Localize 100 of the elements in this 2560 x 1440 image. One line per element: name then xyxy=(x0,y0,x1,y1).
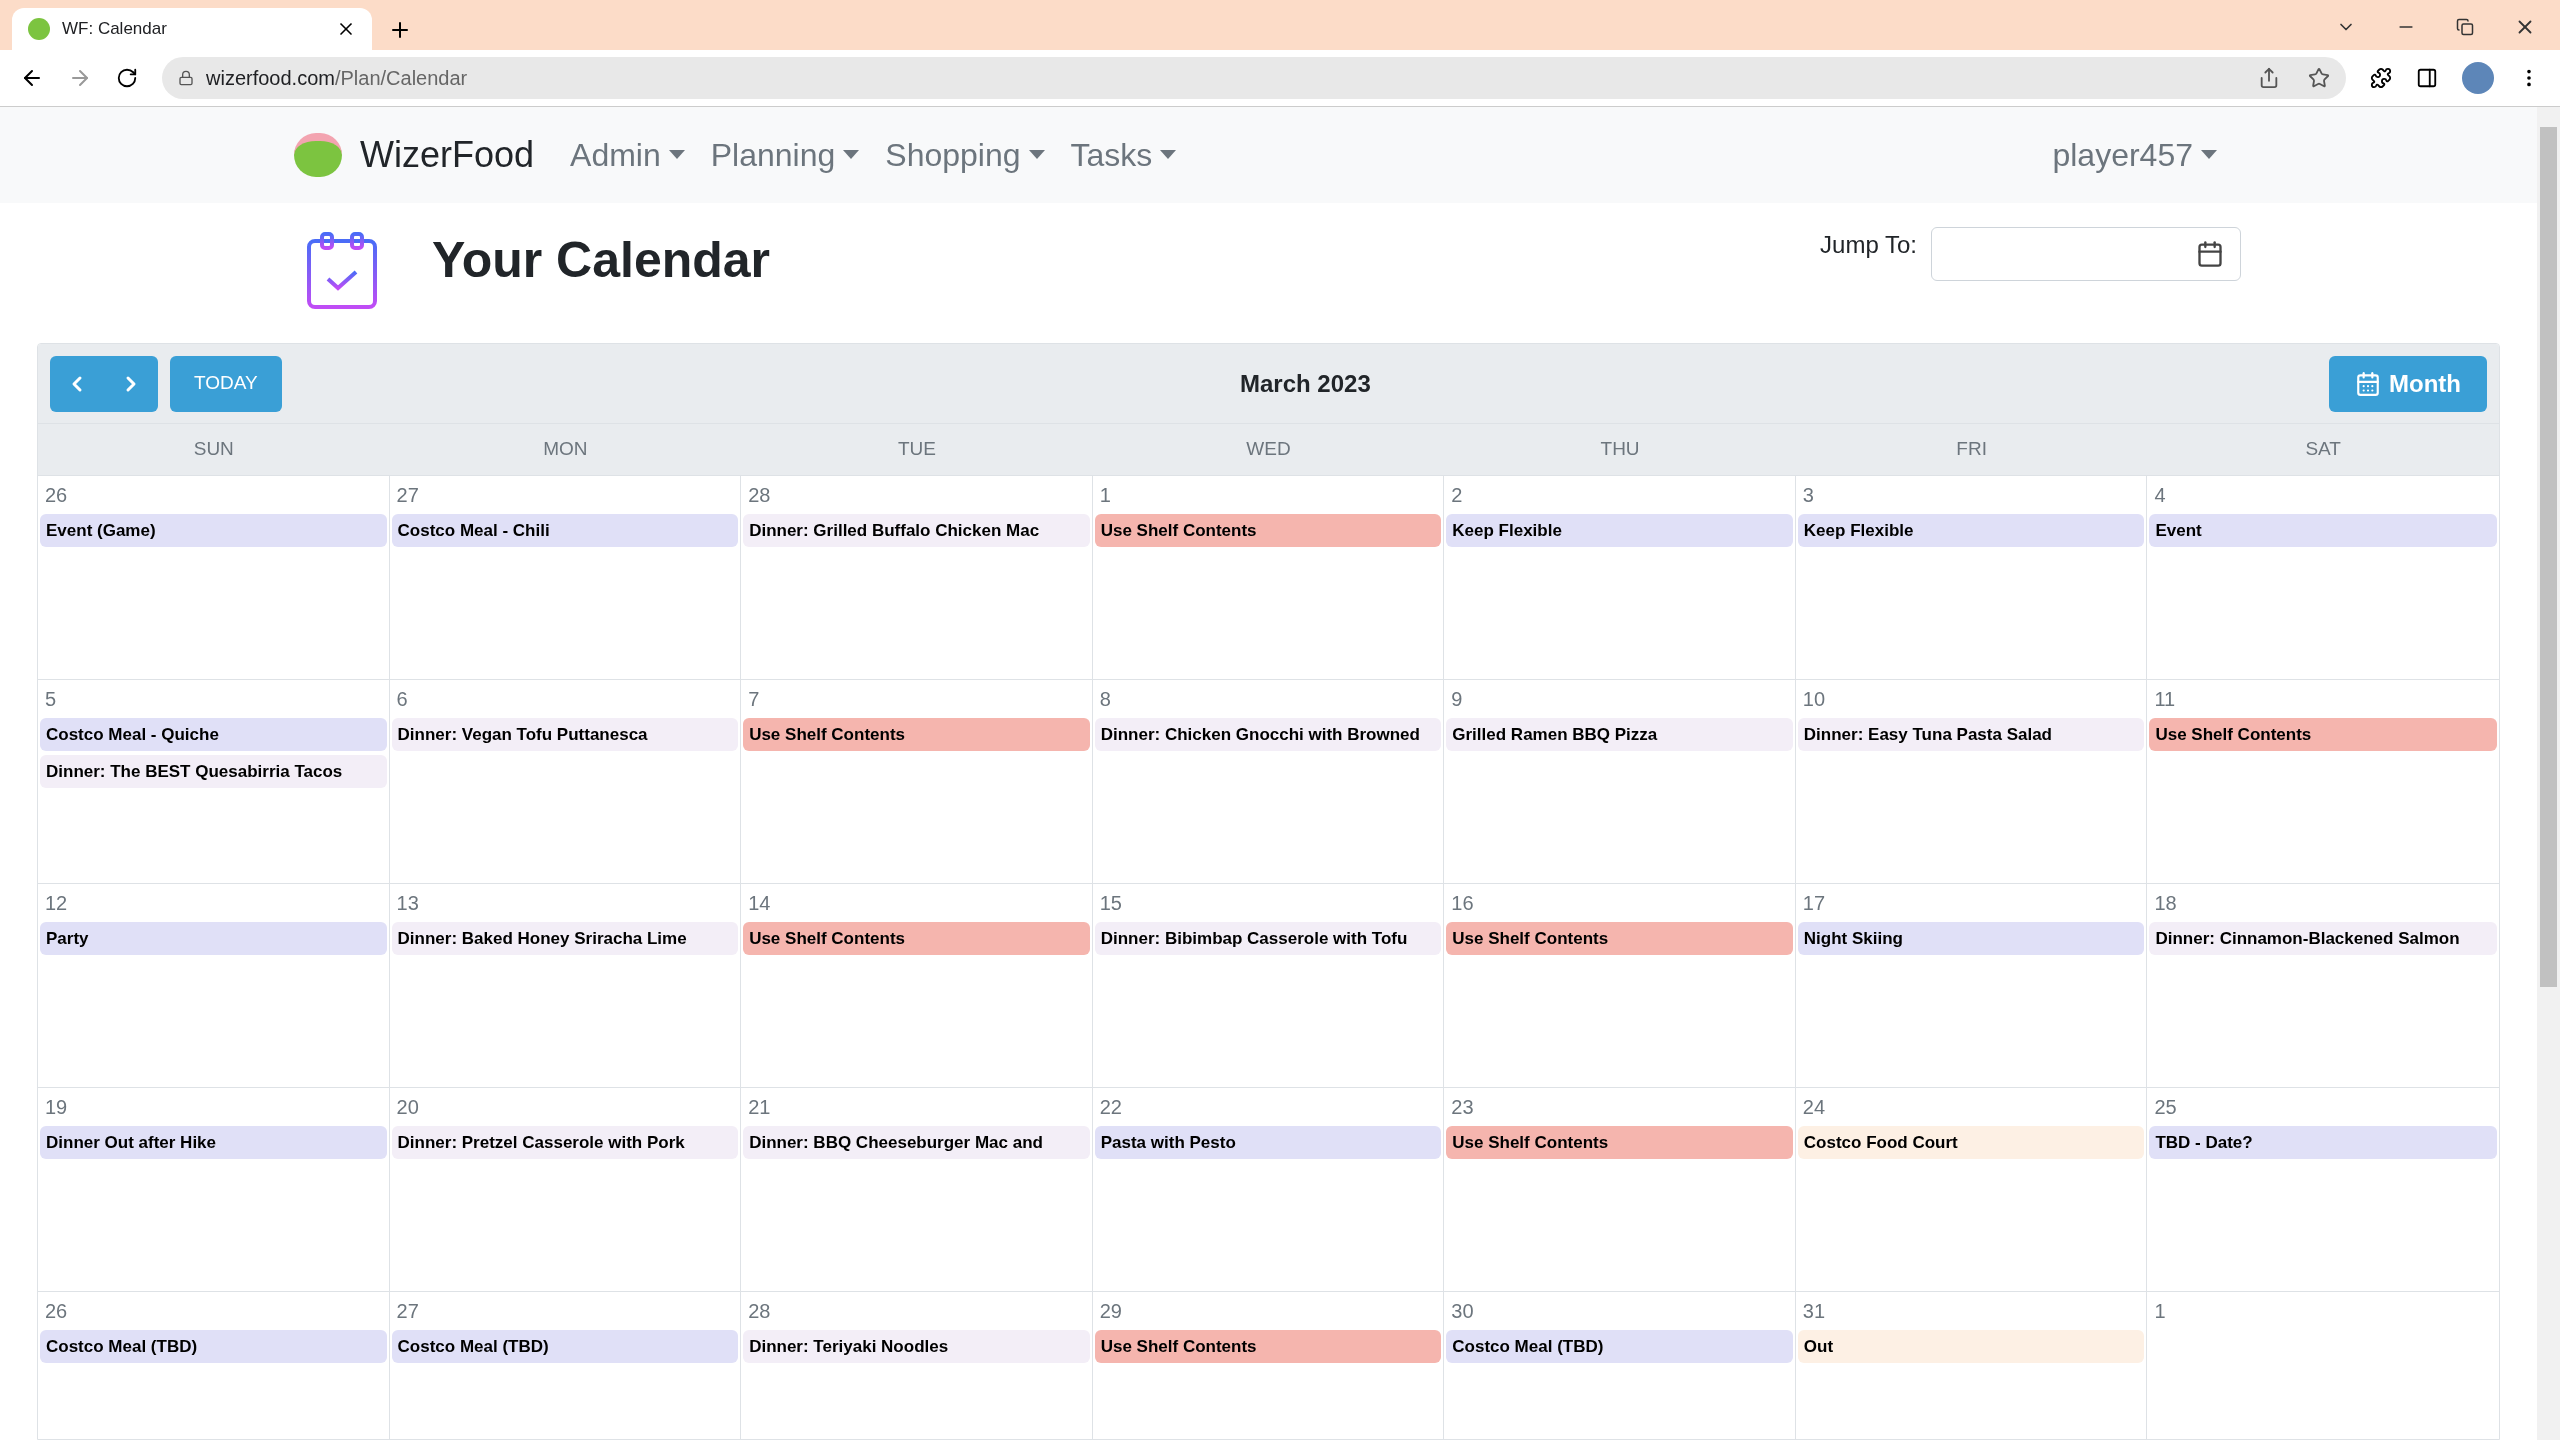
side-panel-icon[interactable] xyxy=(2416,67,2438,89)
calendar-event[interactable]: Use Shelf Contents xyxy=(743,922,1090,955)
calendar-event[interactable]: Costco Food Court xyxy=(1797,1126,2145,1159)
caret-icon xyxy=(668,150,685,160)
calendar-event[interactable]: Use Shelf Contents xyxy=(1094,514,1442,547)
day-number: 2 xyxy=(1450,483,1463,508)
day-number: 26 xyxy=(44,483,68,508)
calendar-event[interactable]: TBD - Date? xyxy=(2149,1126,2497,1159)
day-number: 27 xyxy=(395,483,419,508)
calendar-check-icon xyxy=(306,231,378,311)
calendar-event[interactable]: Dinner: The BEST Quesabirria Tacos xyxy=(40,755,387,788)
calendar-event[interactable]: Dinner: Easy Tuna Pasta Salad xyxy=(1797,718,2145,751)
jump-label: Jump To: xyxy=(1820,230,1917,260)
brand-name[interactable]: WizerFood xyxy=(360,128,535,182)
weekday-header: TUE xyxy=(897,437,936,462)
day-number: 14 xyxy=(747,891,771,916)
calendar-event[interactable]: Dinner: Vegan Tofu Puttanesca xyxy=(391,718,739,751)
tab-title: WF: Calendar xyxy=(62,18,168,41)
calendar-event[interactable]: Keep Flexible xyxy=(1446,514,1793,547)
calendar-event[interactable]: Use Shelf Contents xyxy=(1446,1126,1793,1159)
day-number: 26 xyxy=(44,1299,68,1324)
calendar-event[interactable]: Dinner: Bibimbap Casserole with Tofu xyxy=(1094,922,1442,955)
logo-icon xyxy=(294,133,342,177)
weekday-header: SUN xyxy=(193,437,234,462)
calendar-event[interactable]: Event (Game) xyxy=(40,514,387,547)
calendar-event[interactable]: Grilled Ramen BBQ Pizza xyxy=(1446,718,1793,751)
caret-icon xyxy=(843,150,860,160)
nav-menu[interactable]: Admin xyxy=(570,131,685,179)
calendar-event[interactable]: Night Skiing xyxy=(1797,922,2145,955)
caret-icon xyxy=(2201,150,2217,160)
calendar-event[interactable]: Keep Flexible xyxy=(1797,514,2145,547)
calendar-event[interactable]: Costco Meal (TBD) xyxy=(1446,1330,1793,1363)
page-title: Your Calendar xyxy=(432,231,771,290)
day-number: 28 xyxy=(747,1299,771,1324)
calendar-event[interactable]: Dinner: Grilled Buffalo Chicken Mac xyxy=(743,514,1090,547)
day-number: 31 xyxy=(1801,1299,1826,1324)
bookmark-icon[interactable] xyxy=(2308,67,2330,89)
calendar-event[interactable]: Dinner Out after Hike xyxy=(40,1126,387,1159)
weekday-header: FRI xyxy=(1956,437,1987,462)
weekday-header: SAT xyxy=(2305,437,2341,462)
browser-tab[interactable]: WF: Calendar xyxy=(12,8,372,50)
day-number: 30 xyxy=(1450,1299,1474,1324)
calendar-icon xyxy=(2355,370,2382,397)
calendar-event[interactable]: Use Shelf Contents xyxy=(743,718,1090,751)
calendar-event[interactable]: Costco Meal (TBD) xyxy=(40,1330,387,1363)
day-number: 20 xyxy=(395,1095,419,1120)
day-number: 12 xyxy=(44,891,68,916)
calendar-event[interactable]: Out xyxy=(1797,1330,2145,1363)
user-menu[interactable]: player457 xyxy=(2052,131,2217,179)
weekday-header: WED xyxy=(1246,437,1291,462)
day-number: 19 xyxy=(44,1095,68,1120)
address-bar[interactable]: wizerfood.com/Plan/Calendar xyxy=(162,57,2346,99)
url-text: wizerfood.com/Plan/Calendar xyxy=(206,66,469,91)
calendar-icon[interactable] xyxy=(2196,240,2224,268)
month-title: March 2023 xyxy=(1240,368,1371,399)
lock-icon xyxy=(178,70,194,86)
day-number: 1 xyxy=(1098,483,1111,508)
day-number: 1 xyxy=(2153,1299,2166,1324)
day-number: 22 xyxy=(1098,1095,1122,1120)
calendar-event[interactable]: Costco Meal - Quiche xyxy=(40,718,387,751)
calendar-event[interactable]: Costco Meal (TBD) xyxy=(391,1330,739,1363)
calendar-event[interactable]: Dinner: Cinnamon-Blackened Salmon xyxy=(2149,922,2497,955)
calendar-event[interactable]: Dinner: Pretzel Casserole with Pork xyxy=(391,1126,739,1159)
calendar-event[interactable]: Dinner: Teriyaki Noodles xyxy=(743,1330,1090,1363)
day-number: 7 xyxy=(747,687,760,712)
restore-icon[interactable] xyxy=(2456,18,2474,36)
calendar-event[interactable]: Dinner: Baked Honey Sriracha Lime xyxy=(391,922,739,955)
day-number: 21 xyxy=(747,1095,771,1120)
calendar-event[interactable]: Pasta with Pesto xyxy=(1094,1126,1442,1159)
day-number: 5 xyxy=(44,687,57,712)
day-number: 11 xyxy=(2153,687,2176,712)
day-number: 23 xyxy=(1450,1095,1474,1120)
day-number: 27 xyxy=(395,1299,419,1324)
day-number: 10 xyxy=(1801,687,1826,712)
day-number: 16 xyxy=(1450,891,1474,916)
calendar-event[interactable]: Dinner: BBQ Cheeseburger Mac and xyxy=(743,1126,1090,1159)
extensions-icon[interactable] xyxy=(2370,67,2392,89)
nav-menu[interactable]: Planning xyxy=(710,131,860,179)
calendar-event[interactable]: Costco Meal - Chili xyxy=(391,514,739,547)
day-number: 6 xyxy=(395,687,408,712)
calendar-event[interactable]: Dinner: Chicken Gnocchi with Browned xyxy=(1094,718,1442,751)
weekday-header: MON xyxy=(543,437,588,462)
day-number: 4 xyxy=(2153,483,2166,508)
day-number: 29 xyxy=(1098,1299,1122,1324)
day-number: 25 xyxy=(2153,1095,2177,1120)
date-input[interactable] xyxy=(1931,227,2241,281)
share-icon[interactable] xyxy=(2258,67,2280,89)
nav-menu[interactable]: Tasks xyxy=(1070,131,1177,179)
calendar-event[interactable]: Use Shelf Contents xyxy=(2149,718,2497,751)
logo-icon xyxy=(28,18,50,40)
profile-avatar[interactable] xyxy=(2462,62,2494,94)
calendar-event[interactable]: Use Shelf Contents xyxy=(1094,1330,1442,1363)
calendar-event[interactable]: Party xyxy=(40,922,387,955)
calendar-event[interactable]: Event xyxy=(2149,514,2497,547)
caret-icon xyxy=(1160,150,1177,160)
day-number: 28 xyxy=(747,483,771,508)
nav-menu[interactable]: Shopping xyxy=(885,131,1045,179)
calendar-event[interactable]: Use Shelf Contents xyxy=(1446,922,1793,955)
reload-icon[interactable] xyxy=(116,67,138,89)
day-number: 13 xyxy=(395,891,419,916)
